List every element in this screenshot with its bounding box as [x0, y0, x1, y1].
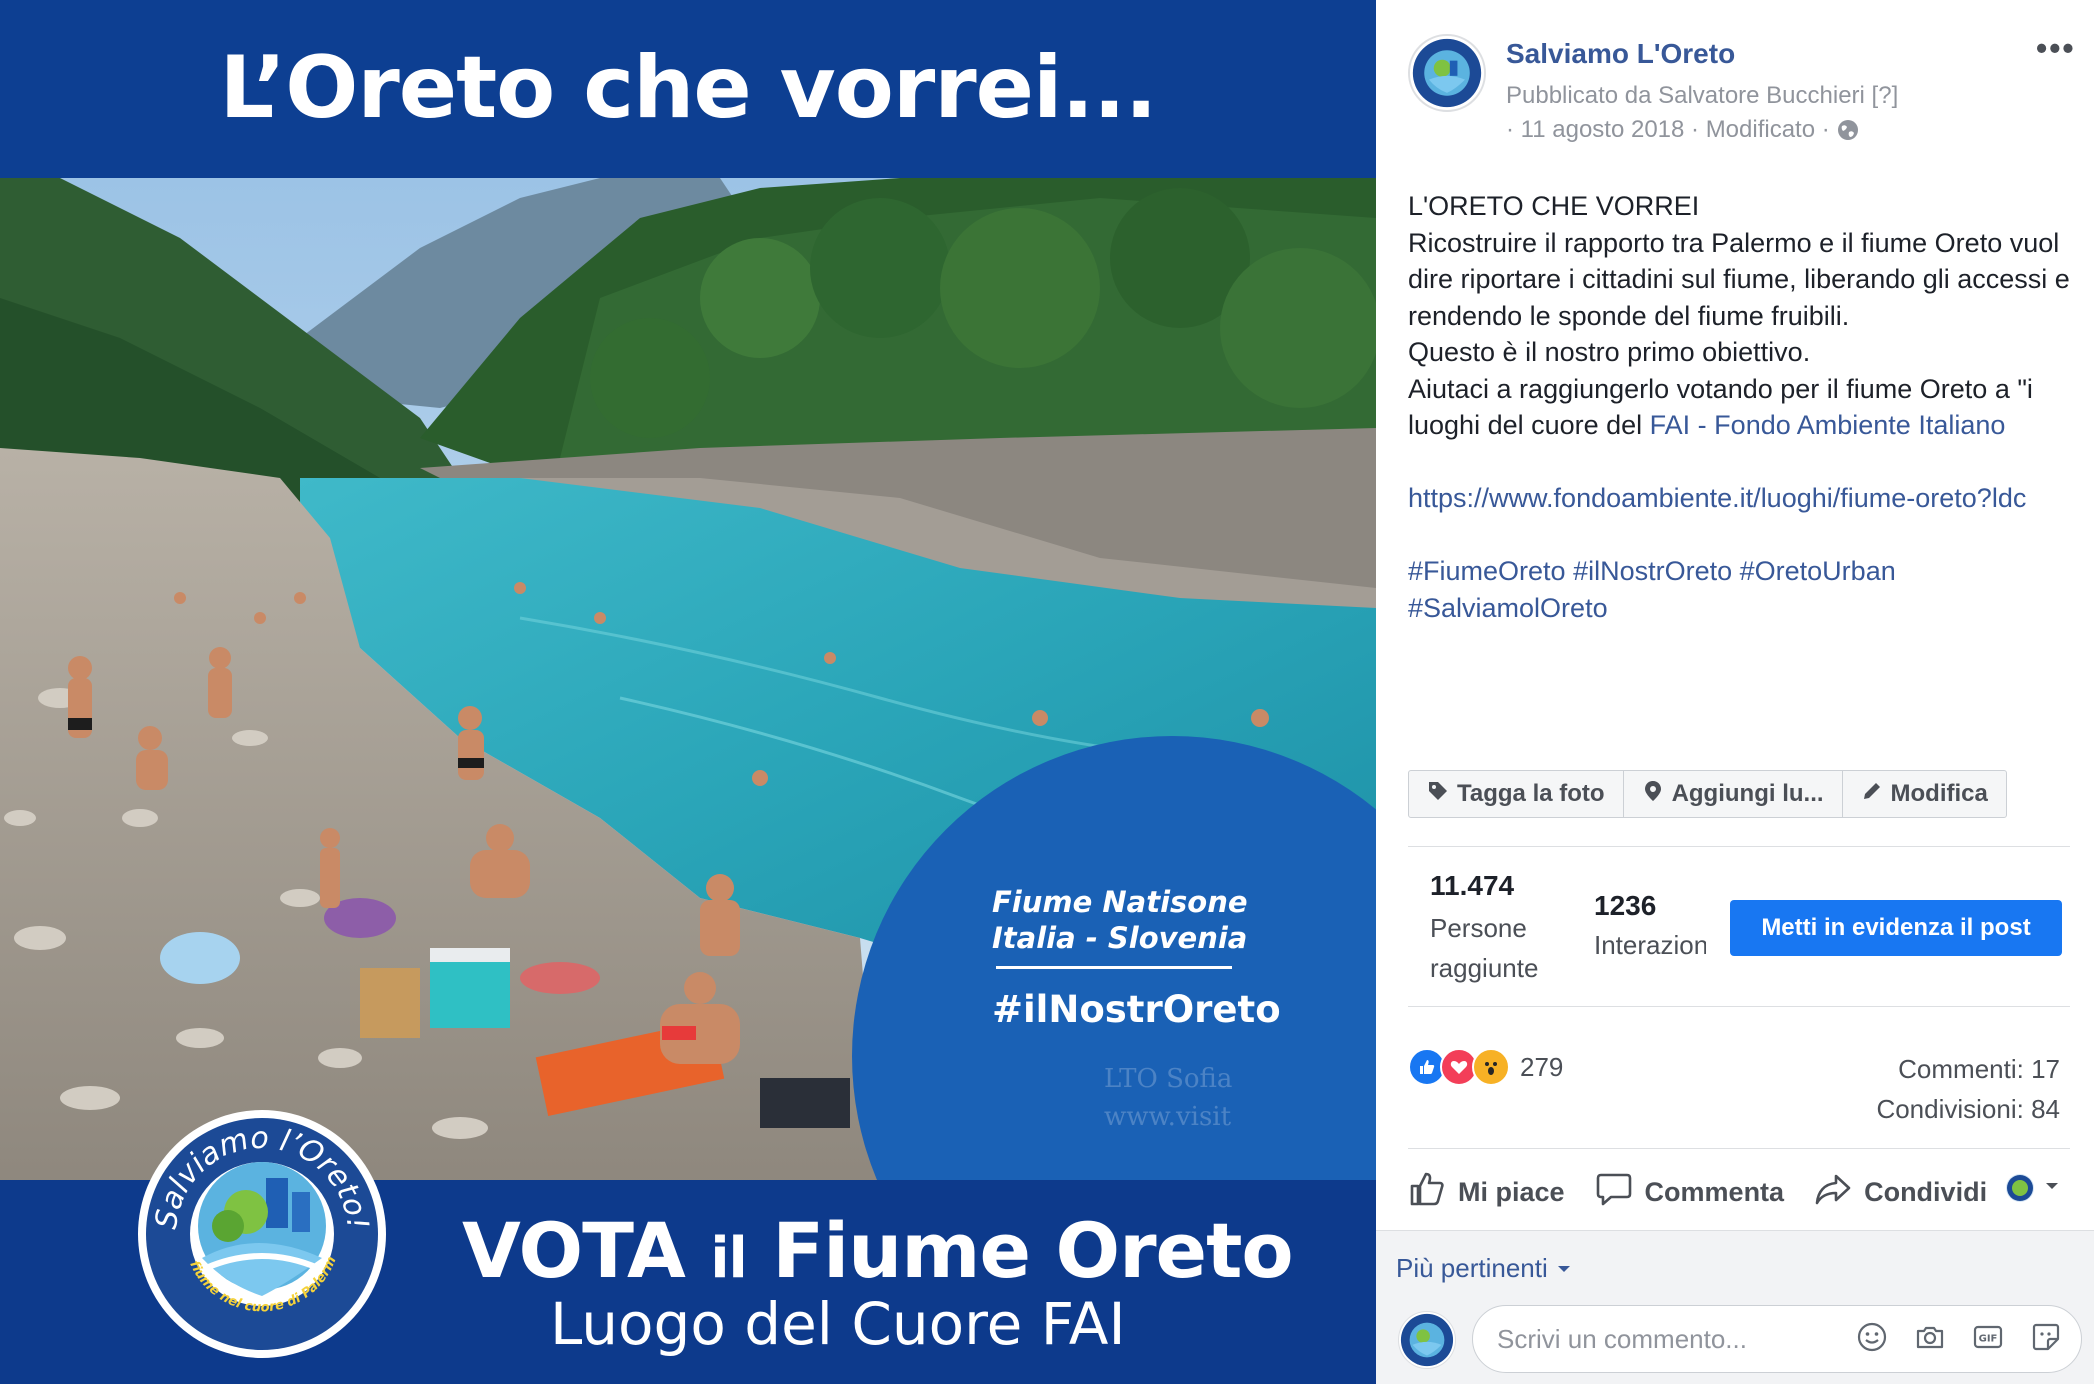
comment-label: Commenta — [1644, 1176, 1785, 1207]
sticker-icon[interactable] — [2029, 1320, 2063, 1354]
tag-icon — [1427, 780, 1449, 809]
post-as-selector[interactable] — [2006, 1174, 2060, 1202]
page-avatar[interactable] — [1408, 34, 1486, 112]
post-photo[interactable]: L’Oreto che vorrei... Fiume Natisone Ita… — [0, 0, 1376, 1384]
camera-icon[interactable] — [1913, 1320, 1947, 1354]
add-location-label: Aggiungi lu... — [1671, 780, 1824, 807]
comment-tools: GIF — [1855, 1320, 2063, 1354]
svg-text:GIF: GIF — [1979, 1334, 1998, 1345]
comment-composer: GIF — [1472, 1305, 2082, 1373]
tag-photo-button[interactable]: Tagga la foto — [1409, 771, 1624, 817]
photo-watermark: LTO Sofia www.visit — [1104, 1060, 1232, 1136]
share-button[interactable]: Condividi — [1814, 1170, 1987, 1215]
commenter-avatar — [1398, 1311, 1456, 1369]
badge-divider — [996, 966, 1232, 969]
vote-river-name: Fiume Oreto — [772, 1206, 1293, 1295]
published-by: Pubblicato da Salvatore Bucchieri [?] — [1506, 82, 1898, 110]
publisher-name[interactable]: Pubblicato da Salvatore Bucchieri — [1506, 82, 1865, 109]
hashtag-link[interactable]: #OretoUrban — [1740, 556, 1896, 586]
edit-button[interactable]: Modifica — [1843, 771, 2006, 817]
watermark-line: LTO Sofia — [1104, 1064, 1233, 1094]
comment-bubble-icon — [1595, 1170, 1633, 1215]
like-button[interactable]: Mi piace — [1408, 1170, 1565, 1215]
emoji-icon[interactable] — [1855, 1320, 1889, 1354]
salviamo-oreto-logo: Salviamo l’Oreto! Il fiume nel cuore di … — [132, 1097, 388, 1360]
publisher-info-marker[interactable]: [?] — [1872, 82, 1899, 109]
hashtags: #FiumeOreto #ilNostrOreto #OretoUrban #S… — [1408, 553, 2074, 626]
hashtag-link[interactable]: #SalviamolOreto — [1408, 593, 1608, 623]
divider — [1408, 846, 2070, 847]
comment-button[interactable]: Commenta — [1595, 1170, 1785, 1215]
post-meta: · 11 agosto 2018 · Modificato · — [1506, 116, 1860, 144]
watermark-line: www.visit — [1104, 1102, 1232, 1132]
comment-sort-dropdown[interactable]: Più pertinenti — [1396, 1253, 1572, 1284]
post-paragraph: Ricostruire il rapporto tra Palermo e il… — [1408, 227, 2070, 331]
hashtag-link[interactable]: #FiumeOreto — [1408, 556, 1566, 586]
post-paragraph: Questo è il nostro primo obiettivo. — [1408, 337, 1811, 367]
post-details-panel: Salviamo L'Oreto Pubblicato da Salvatore… — [1376, 0, 2094, 1384]
location-pin-icon — [1642, 780, 1664, 809]
vote-article: il — [710, 1226, 747, 1291]
more-options-icon[interactable]: ••• — [2036, 30, 2076, 67]
page-mini-avatar — [2006, 1174, 2034, 1202]
share-arrow-icon — [1814, 1170, 1852, 1215]
vote-headline: VOTA il Fiume Oreto — [462, 1206, 1294, 1295]
tag-photo-label: Tagga la foto — [1457, 780, 1605, 807]
comments-count[interactable]: Commenti: 17 — [1898, 1054, 2060, 1085]
comment-input[interactable] — [1497, 1323, 1837, 1355]
divider — [1408, 1148, 2070, 1149]
badge-hashtag: #ilNostrOreto — [992, 988, 1281, 1031]
globe-icon[interactable] — [1836, 118, 1860, 142]
caret-down-icon — [2044, 1178, 2060, 1199]
comment-sort-label: Più pertinenti — [1396, 1253, 1548, 1283]
external-url-link[interactable]: https://www.fondoambiente.it/luoghi/fium… — [1408, 483, 2026, 513]
post-heading: L'ORETO CHE VORREI — [1408, 191, 1700, 221]
pencil-icon — [1861, 780, 1883, 809]
location-countries: Italia - Slovenia — [992, 921, 1248, 955]
post-paragraph: Aiutaci a raggiungerlo votando per il fi… — [1408, 371, 2074, 444]
location-name: Fiume Natisone — [992, 885, 1248, 919]
wow-reaction-icon — [1472, 1048, 1510, 1086]
photo-action-bar: Tagga la foto Aggiungi lu... Modifica — [1408, 770, 2007, 818]
reaction-count: 279 — [1520, 1051, 1564, 1082]
gif-icon[interactable]: GIF — [1971, 1320, 2005, 1354]
thumbs-up-icon — [1408, 1170, 1446, 1215]
reach-label: Persone raggiunte — [1430, 913, 1539, 983]
vote-word: VOTA — [462, 1206, 686, 1295]
page-name-link[interactable]: Salviamo L'Oreto — [1506, 38, 1735, 70]
vote-subtitle: Luogo del Cuore FAI — [550, 1290, 1126, 1358]
location-caption: Fiume Natisone Italia - Slovenia — [992, 884, 1248, 956]
poster-title: L’Oreto che vorrei... — [219, 38, 1158, 138]
edit-label: Modifica — [1890, 780, 1988, 807]
like-label: Mi piace — [1458, 1176, 1565, 1207]
caret-down-icon — [1556, 1253, 1572, 1284]
interactions-label: Interazioni — [1594, 930, 1706, 960]
share-label: Condividi — [1864, 1176, 1988, 1207]
reactions-summary[interactable]: 279 — [1408, 1048, 1563, 1086]
add-location-button[interactable]: Aggiungi lu... — [1624, 771, 1843, 817]
fai-link[interactable]: FAI - Fondo Ambiente Italiano — [1650, 410, 2006, 440]
hashtag-link[interactable]: #ilNostrOreto — [1573, 556, 1732, 586]
interactions-value: 1236 — [1594, 890, 1657, 921]
divider — [1408, 1006, 2070, 1007]
post-text: L'ORETO CHE VORREI Ricostruire il rappor… — [1408, 188, 2074, 626]
boost-post-button[interactable]: Metti in evidenza il post — [1730, 900, 2062, 956]
shares-count[interactable]: Condivisioni: 84 — [1876, 1094, 2060, 1125]
reach-value: 11.474 — [1430, 870, 1515, 901]
comments-section: Più pertinenti GIF — [1376, 1230, 2094, 1384]
post-action-row: Mi piace Commenta Condividi — [1408, 1170, 2070, 1214]
post-timestamp[interactable]: · 11 agosto 2018 · Modificato · — [1506, 116, 1830, 144]
